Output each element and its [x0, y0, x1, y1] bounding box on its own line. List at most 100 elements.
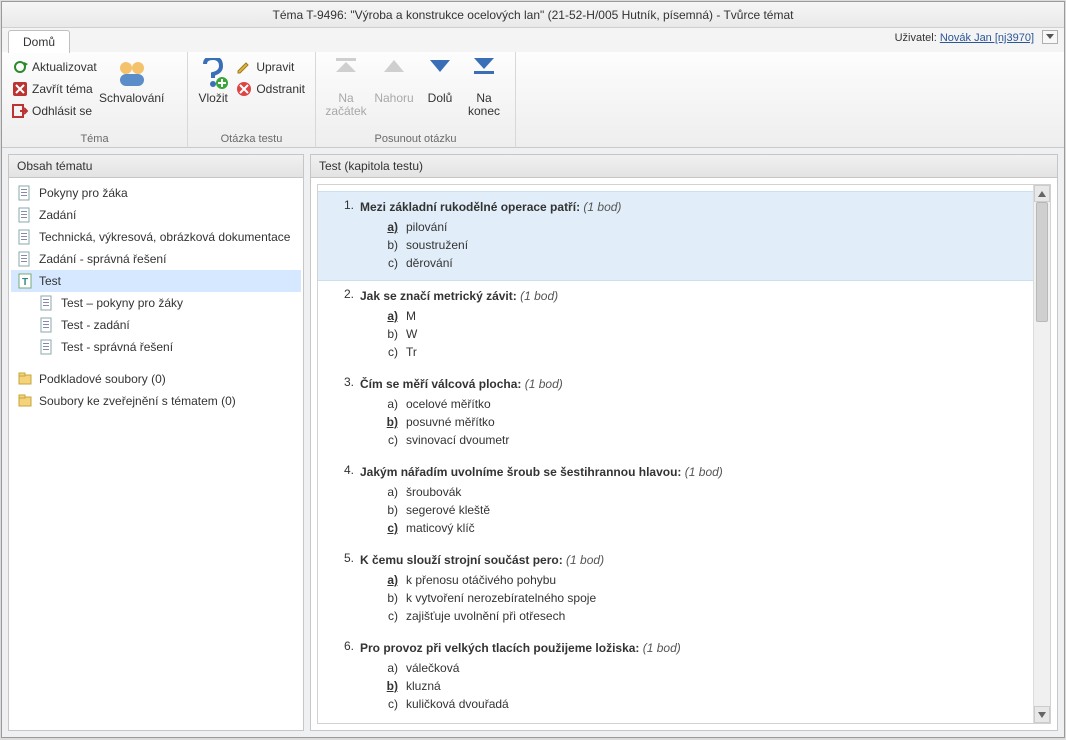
- user-name-link[interactable]: Novák Jan [nj3970]: [940, 32, 1034, 44]
- document-icon: [17, 207, 33, 223]
- scroll-up-button[interactable]: [1034, 185, 1050, 202]
- attachment-icon: [17, 371, 33, 387]
- odstranit-button[interactable]: Odstranit: [232, 78, 309, 100]
- question-points: (1 bod): [525, 377, 563, 391]
- answer-text: W: [406, 325, 417, 343]
- approval-icon: [116, 58, 148, 90]
- question-row[interactable]: 5.K čemu slouží strojní součást pero: (1…: [318, 545, 1033, 633]
- sidebar-item[interactable]: Test - zadání: [11, 314, 301, 336]
- zavrit-tema-button[interactable]: Zavřít téma: [8, 78, 101, 100]
- answer-label: a): [380, 395, 398, 413]
- answer-row[interactable]: c)kuličková dvouřadá: [380, 695, 1013, 713]
- answer-label: b): [380, 677, 398, 695]
- answer-row[interactable]: b)posuvné měřítko: [380, 413, 1013, 431]
- answer-row[interactable]: b)soustružení: [380, 236, 1013, 254]
- sidebar-item[interactable]: Technická, výkresová, obrázková dokument…: [11, 226, 301, 248]
- answer-row[interactable]: a) k přenosu otáčivého pohybu: [380, 571, 1013, 589]
- sidebar-item-label: Soubory ke zveřejnění s tématem (0): [39, 394, 236, 408]
- sidebar-item[interactable]: T Test: [11, 270, 301, 292]
- answer-text: zajišťuje uvolnění při otřesech: [406, 607, 565, 625]
- question-text: Jak se značí metrický závit:: [360, 289, 520, 303]
- document-icon: [17, 185, 33, 201]
- answer-label: a): [380, 218, 398, 236]
- sidebar-item[interactable]: Test - správná řešení: [11, 336, 301, 358]
- sidebar-panel: Obsah tématu Pokyny pro žákaZadáníTechni…: [8, 154, 304, 731]
- answer-row[interactable]: b)segerové kleště: [380, 501, 1013, 519]
- answer-row[interactable]: b)kluzná: [380, 677, 1013, 695]
- na-konec-label: Na konec: [468, 92, 500, 118]
- dolu-button[interactable]: Dolů: [418, 56, 462, 131]
- answer-row[interactable]: c)děrování: [380, 254, 1013, 272]
- sidebar-item[interactable]: Podkladové soubory (0): [11, 368, 301, 390]
- answer-row[interactable]: c)svinovací dvoumetr: [380, 431, 1013, 449]
- question-number: 3.: [338, 375, 354, 449]
- question-number: 4.: [338, 463, 354, 537]
- sidebar-item-label: Technická, výkresová, obrázková dokument…: [39, 230, 290, 244]
- sidebar-item[interactable]: Zadání: [11, 204, 301, 226]
- question-row[interactable]: 3.Čím se měří válcová plocha: (1 bod)a)o…: [318, 369, 1033, 457]
- answer-row[interactable]: a) ocelové měřítko: [380, 395, 1013, 413]
- answer-row[interactable]: a)M: [380, 307, 1013, 325]
- question-row[interactable]: 2. Jak se značí metrický závit: (1 bod) a)…: [318, 281, 1033, 369]
- answer-label: a): [380, 483, 398, 501]
- upravit-button[interactable]: Upravit: [232, 56, 309, 78]
- nahoru-label: Nahoru: [374, 92, 413, 105]
- question-row[interactable]: 1.Mezi základní rukodělné operace patří:…: [318, 191, 1033, 281]
- sidebar-item[interactable]: Pokyny pro žáka: [11, 182, 301, 204]
- sidebar-item-label: Test: [39, 274, 61, 288]
- answer-row[interactable]: b) k vytvoření nerozebíratelného spoje: [380, 589, 1013, 607]
- question-number: 2.: [338, 287, 354, 361]
- answer-text: kuličková dvouřadá: [406, 695, 509, 713]
- answer-row[interactable]: a)válečková: [380, 659, 1013, 677]
- document-icon: [17, 251, 33, 267]
- odstranit-label: Odstranit: [256, 82, 305, 96]
- move-top-icon: [330, 58, 362, 90]
- window-title: Téma T-9496: "Výroba a konstrukce ocelov…: [2, 2, 1064, 28]
- question-points: (1 bod): [520, 289, 558, 303]
- vlozit-button[interactable]: Vložit: [194, 56, 232, 131]
- answer-row[interactable]: a) pilování: [380, 218, 1013, 236]
- question-points: (1 bod): [643, 641, 681, 655]
- nahoru-button[interactable]: Nahoru: [370, 56, 418, 131]
- user-menu-dropdown[interactable]: [1042, 30, 1058, 44]
- svg-text:T: T: [22, 277, 28, 288]
- answer-label: b): [380, 501, 398, 519]
- question-row[interactable]: 6.Pro provoz při velkých tlacích použije…: [318, 633, 1033, 721]
- main-panel: Test (kapitola testu) 1.Mezi základní ru…: [310, 154, 1058, 731]
- na-konec-button[interactable]: Na konec: [462, 56, 506, 131]
- chevron-down-icon: [1038, 712, 1046, 718]
- answer-text: k vytvoření nerozebíratelného spoje: [406, 589, 596, 607]
- answer-row[interactable]: a)šroubovák: [380, 483, 1013, 501]
- sidebar-item-label: Test – pokyny pro žáky: [61, 296, 183, 310]
- close-icon: [12, 81, 28, 97]
- answer-row[interactable]: b) W: [380, 325, 1013, 343]
- sidebar-item[interactable]: Soubory ke zveřejnění s tématem (0): [11, 390, 301, 412]
- sidebar-item[interactable]: Zadání - správná řešení: [11, 248, 301, 270]
- question-row[interactable]: 4.Jakým nářadím uvolníme šroub se šestih…: [318, 457, 1033, 545]
- document-icon: T: [17, 273, 33, 289]
- answer-text: ocelové měřítko: [406, 395, 491, 413]
- answer-text: maticový klíč: [406, 519, 475, 537]
- answer-row[interactable]: c)maticový klíč: [380, 519, 1013, 537]
- answer-row[interactable]: c)zajišťuje uvolnění při otřesech: [380, 607, 1013, 625]
- answer-text: k přenosu otáčivého pohybu: [406, 571, 556, 589]
- tab-home[interactable]: Domů: [8, 30, 70, 53]
- aktualizovat-button[interactable]: Aktualizovat: [8, 56, 101, 78]
- answer-row[interactable]: c)Tr: [380, 343, 1013, 361]
- question-list-scroll[interactable]: 1.Mezi základní rukodělné operace patří:…: [318, 185, 1033, 723]
- scroll-down-button[interactable]: [1034, 706, 1050, 723]
- answer-label: c): [380, 431, 398, 449]
- answer-label: a): [380, 571, 398, 589]
- scroll-thumb[interactable]: [1036, 202, 1048, 322]
- odhlasit-button[interactable]: Odhlásit se: [8, 100, 101, 122]
- sidebar-item[interactable]: Test – pokyny pro žáky: [11, 292, 301, 314]
- answer-text: pilování: [406, 218, 447, 236]
- answer-label: b): [380, 589, 398, 607]
- answer-label: b): [380, 325, 398, 343]
- vertical-scrollbar[interactable]: [1033, 185, 1050, 723]
- answer-label: b): [380, 413, 398, 431]
- question-row[interactable]: 7.Náplň v převodových skříních je: (1 bo…: [318, 721, 1033, 723]
- na-zacatek-button[interactable]: Na začátek: [322, 56, 370, 131]
- schvalovani-button[interactable]: Schvalování: [103, 56, 161, 131]
- answer-text: Tr: [406, 343, 417, 361]
